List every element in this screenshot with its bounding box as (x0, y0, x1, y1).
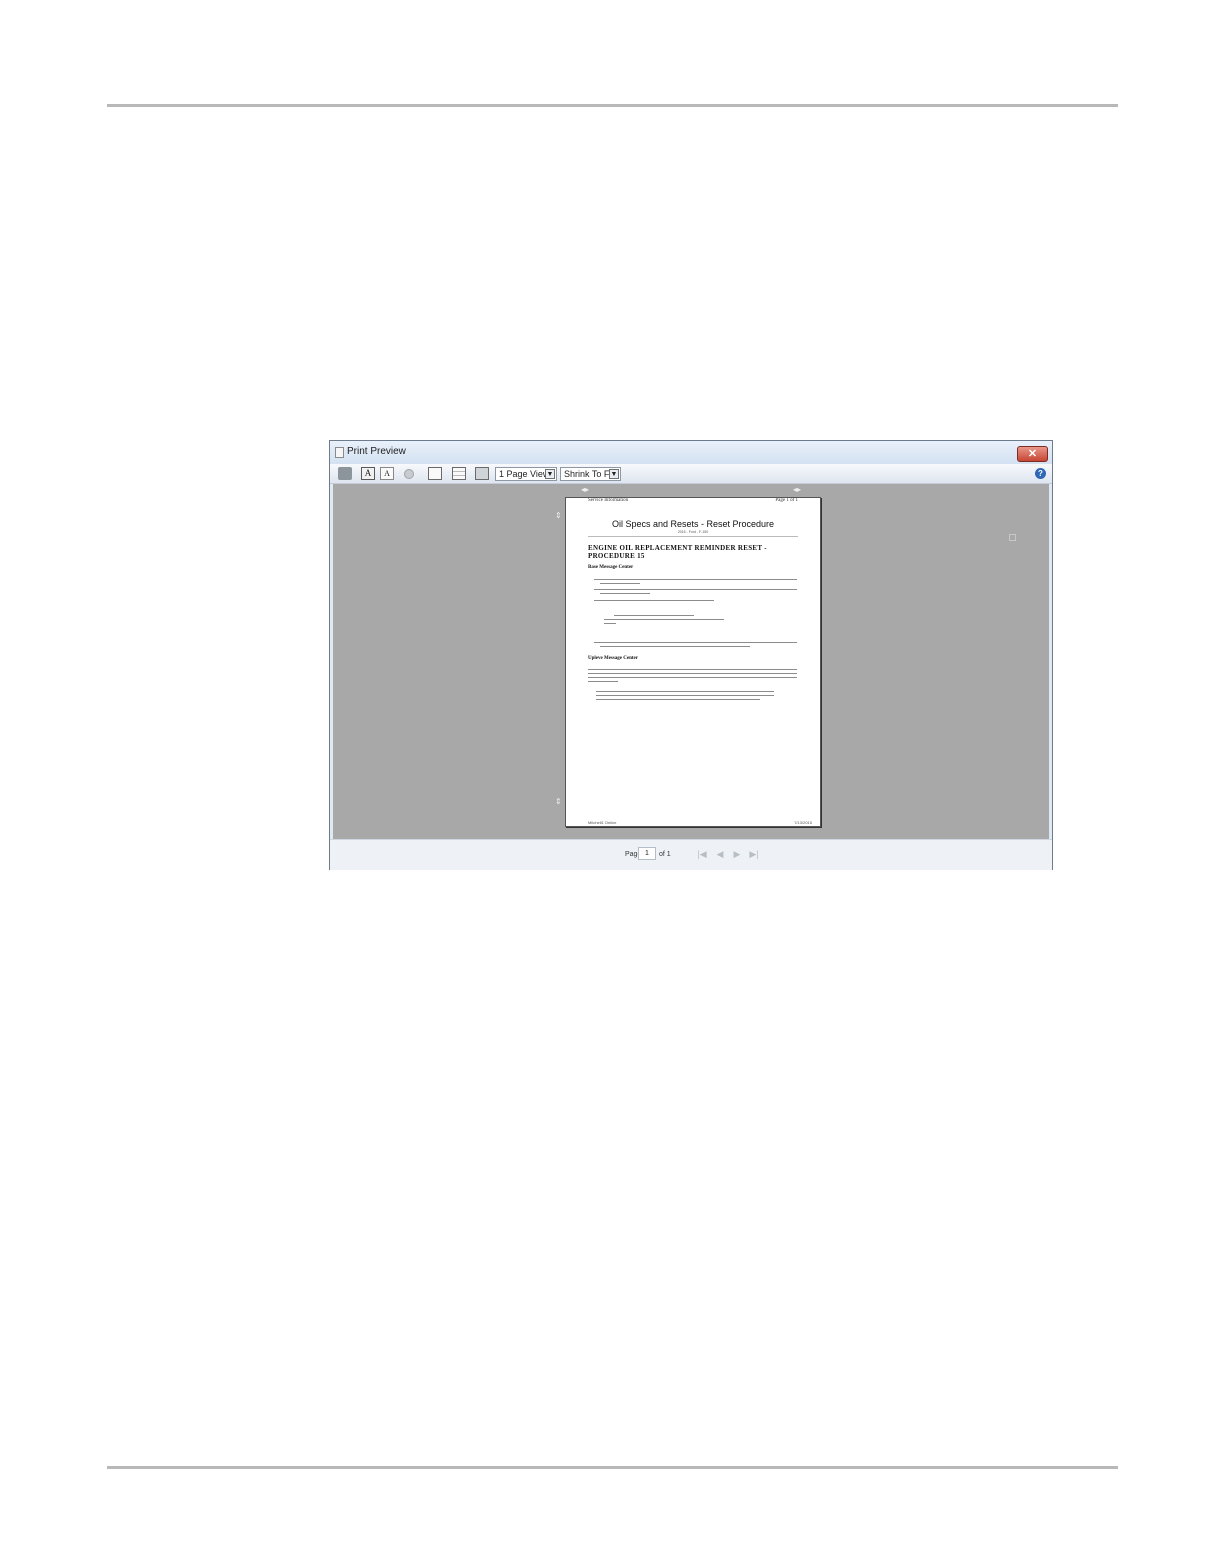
text-line (596, 699, 760, 700)
app-icon (335, 447, 344, 458)
previous-page-icon[interactable]: ◀ (714, 849, 726, 859)
page-number-input[interactable]: 1 (638, 847, 656, 860)
text-line (588, 669, 797, 670)
text-line (588, 677, 797, 678)
margin-handle-bottom-icon[interactable]: ⇕ (555, 797, 562, 806)
section-upleve-message-center: Upleve Message Center (588, 656, 638, 661)
text-line (596, 695, 774, 696)
text-line (594, 600, 714, 601)
page-width-icon[interactable] (452, 467, 466, 480)
text-line (600, 583, 640, 584)
close-button[interactable]: ✕ (1017, 446, 1048, 462)
text-line (594, 589, 797, 590)
window-title: Print Preview (347, 446, 406, 457)
text-line (604, 623, 616, 624)
document-subtitle: 2015 - Ford - F-150 (677, 530, 709, 534)
page-view-select[interactable]: 1 Page View ▼ (495, 467, 557, 481)
single-page-icon[interactable] (428, 467, 442, 480)
print-icon[interactable] (338, 467, 352, 480)
title-bar: Print Preview ✕ (330, 441, 1052, 464)
preview-area[interactable]: ◂▸ ◂▸ ⇕ ⇕ Service Information Page 1 of … (333, 484, 1049, 839)
page-footer-right: 7/13/2015 (794, 820, 812, 825)
page-header-left: Service Information (588, 498, 629, 503)
chevron-down-icon[interactable]: ▼ (609, 469, 619, 479)
help-icon[interactable]: ? (1035, 468, 1046, 479)
margin-handle-left-icon[interactable]: ◂▸ (581, 485, 589, 494)
text-line (594, 642, 797, 643)
chevron-down-icon[interactable]: ▼ (545, 469, 555, 479)
margin-handle-right-icon[interactable]: ◂▸ (793, 485, 801, 494)
text-line (588, 673, 797, 674)
zoom-icon[interactable] (404, 469, 414, 479)
print-preview-window: Print Preview ✕ A A 1 Page View ▼ Shrink… (329, 440, 1053, 870)
font-size-small-icon[interactable]: A (380, 467, 394, 480)
text-line (588, 681, 618, 682)
multi-page-icon[interactable] (475, 467, 489, 480)
scroll-indicator-icon (1009, 534, 1016, 541)
text-line (604, 619, 724, 620)
text-line (600, 593, 650, 594)
page-header-right: Page 1 of 1 (775, 498, 798, 503)
text-line (600, 646, 750, 647)
top-rule (107, 104, 1118, 107)
title-divider (588, 536, 798, 537)
first-page-icon[interactable]: |◀ (696, 849, 708, 859)
preview-page: Service Information Page 1 of 1 Oil Spec… (565, 497, 821, 827)
toolbar: A A 1 Page View ▼ Shrink To Fit ▼ ? (330, 464, 1052, 484)
section-base-message-center: Base Message Center (588, 565, 634, 570)
font-size-large-icon[interactable]: A (361, 467, 375, 480)
last-page-icon[interactable]: ▶| (748, 849, 760, 859)
page-navigation-bar: Page 1 of 1 |◀ ◀ ▶ ▶| (330, 839, 1052, 870)
shrink-to-fit-value: Shrink To Fit (564, 469, 614, 479)
page-view-value: 1 Page View (499, 469, 550, 479)
text-line (594, 579, 797, 580)
text-line (614, 615, 694, 616)
shrink-to-fit-select[interactable]: Shrink To Fit ▼ (560, 467, 621, 481)
page-footer-left: Mitchell1 Online (588, 820, 617, 825)
bottom-rule (107, 1466, 1118, 1469)
page-count-label: of 1 (659, 851, 671, 858)
document-title: Oil Specs and Resets - Reset Procedure (611, 519, 775, 529)
next-page-icon[interactable]: ▶ (731, 849, 743, 859)
document-heading: ENGINE OIL REPLACEMENT REMINDER RESET - … (588, 544, 767, 560)
text-line (596, 691, 774, 692)
margin-handle-top-icon[interactable]: ⇕ (555, 511, 562, 520)
